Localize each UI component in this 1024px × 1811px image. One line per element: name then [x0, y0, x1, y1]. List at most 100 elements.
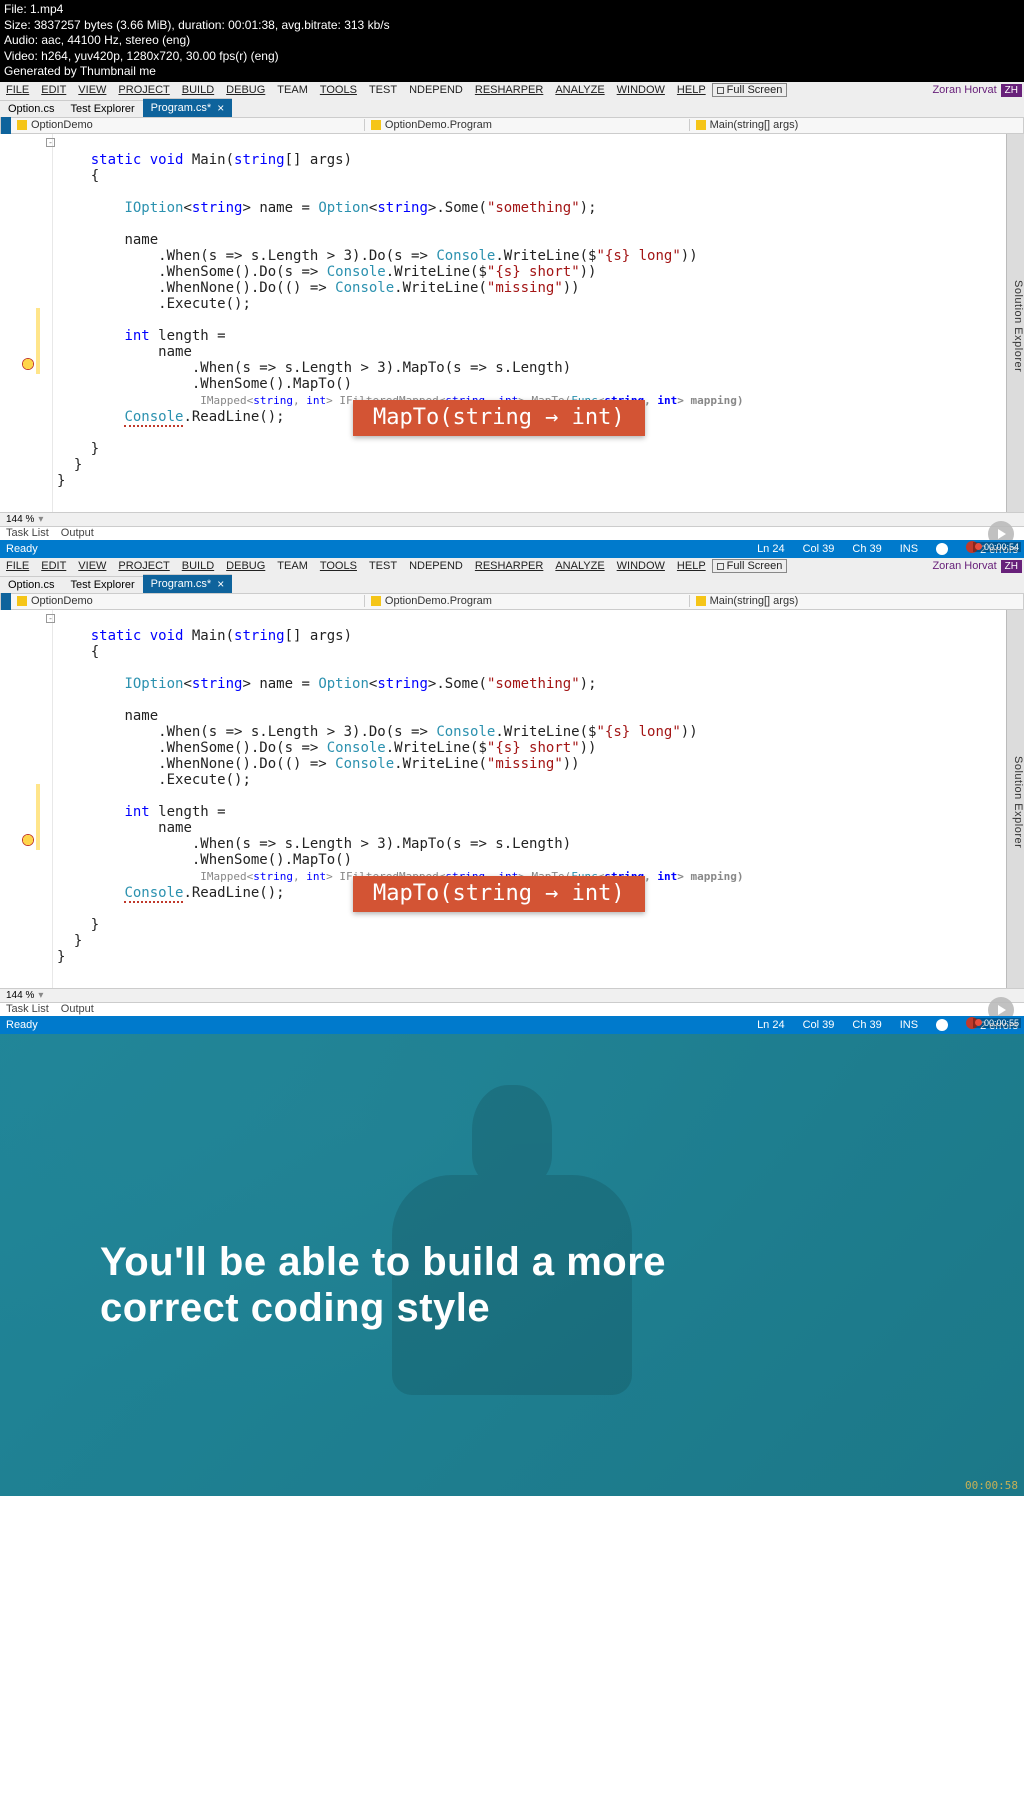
nav-member[interactable]: Main(string[] args): [689, 119, 1023, 131]
editor-gutter: -: [0, 134, 53, 512]
tab-tasklist[interactable]: Task List: [0, 527, 55, 539]
frame-timestamp: 00:00:58: [965, 1479, 1018, 1492]
status-col: Col 39: [803, 1019, 835, 1031]
menubar: FILE EDIT VIEW PROJECT BUILD DEBUG TEAM …: [0, 82, 1024, 99]
tab-output[interactable]: Output: [55, 527, 100, 539]
tab-output[interactable]: Output: [55, 1003, 100, 1015]
status-ins: INS: [900, 1019, 918, 1031]
meta-video: Video: h264, yuv420p, 1280x720, 30.00 fp…: [4, 49, 1020, 65]
menu-view[interactable]: VIEW: [72, 560, 112, 572]
status-bar: Ready Ln 24 Col 39 Ch 39 INS 2 errors 00…: [0, 540, 1024, 558]
menu-tools[interactable]: TOOLS: [314, 84, 363, 96]
menu-team[interactable]: TEAM: [271, 84, 314, 96]
menu-ndepend[interactable]: NDEPEND: [403, 560, 469, 572]
user-avatar-tag[interactable]: ZH: [1001, 560, 1022, 573]
tab-tasklist[interactable]: Task List: [0, 1003, 55, 1015]
code-nav-bar: OptionDemo OptionDemo.Program Main(strin…: [0, 593, 1024, 610]
meta-size: Size: 3837257 bytes (3.66 MiB), duration…: [4, 18, 1020, 34]
menu-build[interactable]: BUILD: [176, 560, 220, 572]
menu-team[interactable]: TEAM: [271, 560, 314, 572]
solution-explorer-tab[interactable]: Solution Explorer: [1006, 610, 1024, 988]
lightbulb-icon[interactable]: [22, 834, 34, 846]
fullscreen-button[interactable]: Full Screen: [712, 83, 788, 97]
code-area[interactable]: static void Main(string[] args) { IOptio…: [53, 134, 1024, 512]
document-tabs: Option.cs Test Explorer Program.cs* ×: [0, 99, 1024, 117]
menu-ndepend[interactable]: NDEPEND: [403, 84, 469, 96]
close-tab-icon[interactable]: ×: [217, 101, 224, 115]
menu-edit[interactable]: EDIT: [35, 560, 72, 572]
menu-test[interactable]: TEST: [363, 84, 403, 96]
menu-file[interactable]: FILE: [0, 560, 35, 572]
recording-timestamp: 00:00:54: [973, 542, 1021, 552]
menu-tools[interactable]: TOOLS: [314, 560, 363, 572]
menu-project[interactable]: PROJECT: [112, 84, 175, 96]
play-icon: [998, 1005, 1006, 1015]
menu-resharper[interactable]: RESHARPER: [469, 560, 549, 572]
status-line: Ln 24: [757, 1019, 785, 1031]
course-promo-frame: You'll be able to build a more correct c…: [0, 1034, 1024, 1496]
menu-window[interactable]: WINDOW: [611, 84, 671, 96]
tab-option-cs[interactable]: Option.cs: [0, 576, 62, 593]
signed-in-user[interactable]: Zoran Horvat: [932, 560, 1000, 572]
code-nav-bar: OptionDemo OptionDemo.Program Main(strin…: [0, 117, 1024, 134]
class-icon: [371, 120, 381, 130]
active-tab-indicator: [1, 117, 11, 134]
menu-view[interactable]: VIEW: [72, 84, 112, 96]
status-line: Ln 24: [757, 543, 785, 555]
play-icon: [998, 529, 1006, 539]
status-ins: INS: [900, 543, 918, 555]
code-editor[interactable]: - static void Main(string[] args) { IOpt…: [0, 610, 1024, 988]
csharp-icon: [17, 596, 27, 606]
menu-help[interactable]: HELP: [671, 84, 712, 96]
menu-build[interactable]: BUILD: [176, 84, 220, 96]
menu-test[interactable]: TEST: [363, 560, 403, 572]
menu-analyze[interactable]: ANALYZE: [549, 84, 610, 96]
change-marker: [36, 784, 40, 850]
method-icon: [696, 120, 706, 130]
status-ch: Ch 39: [852, 1019, 881, 1031]
menu-help[interactable]: HELP: [671, 560, 712, 572]
active-tab-indicator: [1, 593, 11, 610]
fullscreen-button[interactable]: Full Screen: [712, 559, 788, 573]
code-area[interactable]: static void Main(string[] args) { IOptio…: [53, 610, 1024, 988]
status-feedback-icon[interactable]: [936, 1019, 948, 1031]
menu-analyze[interactable]: ANALYZE: [549, 560, 610, 572]
zoom-indicator[interactable]: 144 %▾: [0, 512, 1024, 526]
csharp-icon: [17, 120, 27, 130]
user-avatar-tag[interactable]: ZH: [1001, 84, 1022, 97]
tab-test-explorer[interactable]: Test Explorer: [62, 100, 142, 117]
meta-audio: Audio: aac, 44100 Hz, stereo (eng): [4, 33, 1020, 49]
signed-in-user[interactable]: Zoran Horvat: [932, 84, 1000, 96]
solution-explorer-tab[interactable]: Solution Explorer: [1006, 134, 1024, 512]
menu-edit[interactable]: EDIT: [35, 84, 72, 96]
lightbulb-icon[interactable]: [22, 358, 34, 370]
fullscreen-icon: [717, 563, 724, 570]
code-editor[interactable]: - static void Main(string[] args) { IOpt…: [0, 134, 1024, 512]
nav-class[interactable]: OptionDemo.Program: [364, 595, 689, 607]
menu-debug[interactable]: DEBUG: [220, 84, 271, 96]
menu-project[interactable]: PROJECT: [112, 560, 175, 572]
menu-debug[interactable]: DEBUG: [220, 560, 271, 572]
bottom-tool-tabs: Task List Output: [0, 526, 1024, 540]
nav-project[interactable]: OptionDemo: [11, 119, 364, 131]
tab-program-cs[interactable]: Program.cs* ×: [143, 574, 233, 593]
nav-project[interactable]: OptionDemo: [11, 595, 364, 607]
tab-label: Program.cs*: [151, 102, 212, 114]
close-tab-icon[interactable]: ×: [217, 577, 224, 591]
change-marker: [36, 308, 40, 374]
bottom-tool-tabs: Task List Output: [0, 1002, 1024, 1016]
tab-program-cs[interactable]: Program.cs* ×: [143, 98, 233, 117]
document-tabs: Option.cs Test Explorer Program.cs* ×: [0, 575, 1024, 593]
zoom-indicator[interactable]: 144 %▾: [0, 988, 1024, 1002]
menu-window[interactable]: WINDOW: [611, 560, 671, 572]
menu-resharper[interactable]: RESHARPER: [469, 84, 549, 96]
recording-timestamp: 00:00:55: [973, 1018, 1021, 1028]
nav-member[interactable]: Main(string[] args): [689, 595, 1023, 607]
tab-option-cs[interactable]: Option.cs: [0, 100, 62, 117]
tab-test-explorer[interactable]: Test Explorer: [62, 576, 142, 593]
nav-class[interactable]: OptionDemo.Program: [364, 119, 689, 131]
status-feedback-icon[interactable]: [936, 543, 948, 555]
status-col: Col 39: [803, 543, 835, 555]
menu-file[interactable]: FILE: [0, 84, 35, 96]
tab-label: Program.cs*: [151, 578, 212, 590]
